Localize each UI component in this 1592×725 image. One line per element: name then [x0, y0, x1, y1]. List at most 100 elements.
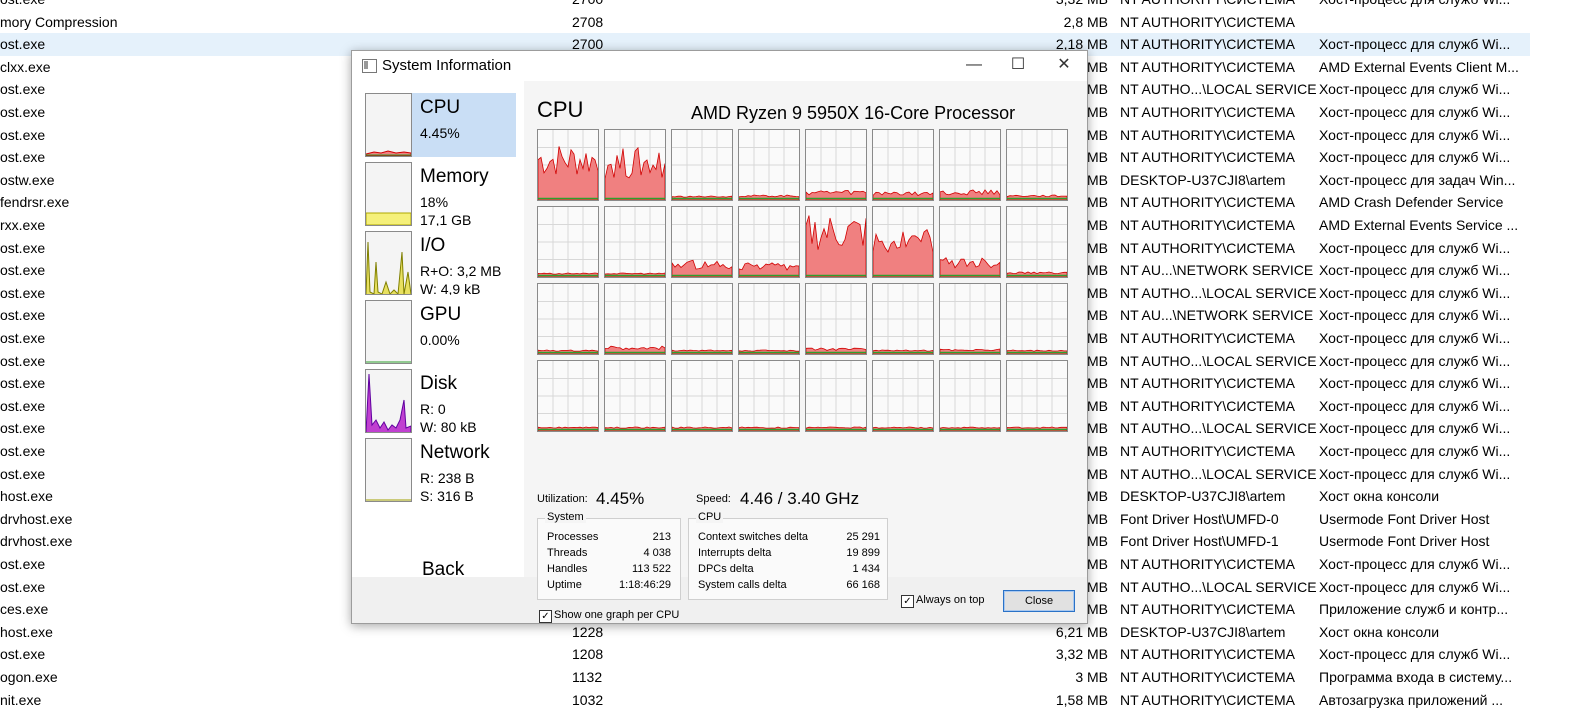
process-name: ost.exe — [0, 375, 46, 392]
speed-label: Speed: — [696, 493, 731, 505]
process-description: Программа входа в систему... — [1319, 669, 1513, 685]
stat-label: Threads — [547, 547, 588, 559]
process-name: ost.exe — [0, 578, 46, 595]
minimize-icon[interactable]: — — [952, 51, 996, 81]
cpu-core-graph — [738, 129, 800, 201]
process-name: mory Compression — [0, 13, 118, 30]
stat-label: Processes — [547, 531, 599, 543]
process-row[interactable]: mory Compression 2708 2,8 MB NT AUTHORITY\С… — [0, 11, 1592, 34]
system-stats-box: System Processes 213 Threads 4 038 Handl… — [537, 511, 681, 600]
process-pid: 1032 — [572, 691, 604, 708]
sidebar-value: R: 0 — [420, 401, 446, 417]
close-button[interactable]: Close — [1003, 590, 1075, 612]
process-name: ost.exe — [0, 126, 46, 143]
sidebar-value: 18% — [420, 194, 449, 210]
process-pid: 2708 — [572, 13, 604, 30]
process-name: drvhost.exe — [0, 510, 73, 527]
cpu-core-graph — [537, 283, 599, 355]
utilization-value: 4.45% — [596, 489, 645, 508]
sidebar-title: Network — [420, 442, 490, 463]
sidebar-title: Disk — [420, 373, 457, 394]
always-on-top-checkbox[interactable]: ✓ — [901, 595, 914, 608]
process-user: NT AUTHO...\LOCAL SERVICE — [1120, 81, 1317, 98]
process-memory: 3,32 MB — [1000, 0, 1108, 11]
process-user: NT AUTHO...\LOCAL SERVICE — [1120, 578, 1317, 595]
sidebar-item-memory[interactable]: Memory 18% 17,1 GB — [365, 162, 516, 226]
back-link[interactable]: Back — [422, 559, 464, 581]
process-user: NT AUTHORITY\СИСТЕМА — [1120, 556, 1296, 572]
sidebar-item-disk[interactable]: Disk R: 0 W: 80 kB — [365, 369, 516, 433]
process-name: ost.exe — [0, 36, 46, 53]
stat-label: Uptime — [547, 579, 582, 591]
sidebar-value: 0.00% — [420, 332, 460, 348]
process-user: NT AUTHORITY\СИСТЕМА — [1120, 669, 1296, 685]
process-user: NT AU...\NETWORK SERVICE — [1120, 262, 1314, 279]
process-user: NT AUTHORITY\СИСТЕМА — [1120, 443, 1296, 459]
process-row[interactable]: ogon.exe 1132 3 MB NT AUTHORITY\СИСТЕМА Прог… — [0, 666, 1592, 689]
process-row[interactable]: ost.exe 2700 3,32 MB NT AUTHORITY\СИСТЕМА Хо… — [0, 0, 1592, 11]
process-name: ost.exe — [0, 81, 46, 98]
process-pid: 1208 — [572, 646, 604, 663]
process-memory: 6,21 MB — [1055, 623, 1108, 640]
one-graph-per-cpu-checkbox[interactable]: ✓ — [539, 610, 552, 623]
process-description: Хост окна консоли — [1319, 488, 1440, 505]
process-user: NT AUTHORITY\СИСТЕМА — [1120, 194, 1296, 211]
process-memory: 3,32 MB — [1055, 646, 1108, 663]
sidebar-item-io[interactable]: I/O R+O: 3,2 MB W: 4,9 kB — [365, 231, 516, 295]
process-description: Хост-процесс для служб Wi... — [1319, 420, 1511, 437]
process-user: NT AUTHORITY\СИСТЕМА — [1120, 601, 1296, 618]
process-name: ost.exe — [0, 239, 46, 256]
process-name: ostw.exe — [0, 171, 55, 188]
process-description: Хост-процесс для служб Wi... — [1319, 0, 1524, 11]
cpu-core-graph — [738, 360, 800, 432]
stat-label: Context switches delta — [698, 531, 809, 543]
process-description: Хост-процесс для служб Wi... — [1319, 443, 1511, 459]
cpu-core-graph — [738, 206, 800, 278]
cpu-core-graph — [805, 129, 867, 201]
close-window-icon[interactable]: ✕ — [1042, 51, 1086, 81]
cpu-stats-box: CPU Context switches delta 25 291 Interr… — [688, 511, 888, 600]
process-user: NT AUTHO...\LOCAL SERVICE — [1120, 352, 1317, 369]
cpu-core-graph — [1006, 206, 1068, 278]
process-description: Хост-процесс для служб Wi... — [1319, 375, 1511, 392]
process-name: ogon.exe — [0, 669, 58, 685]
process-description: Автозагрузка приложений ... — [1319, 691, 1504, 708]
process-row[interactable]: host.exe 1228 6,21 MB DESKTOP-U37CJI8\artem… — [0, 621, 1592, 644]
sidebar-item-cpu[interactable]: CPU 4.45% — [365, 93, 516, 157]
process-name: ost.exe — [0, 330, 46, 346]
cpu-thumbnail-graph — [365, 93, 412, 157]
process-description: Хост-процесс для служб Wi... — [1319, 104, 1511, 120]
process-user: DESKTOP-U37CJI8\artem — [1120, 623, 1286, 640]
process-name: rxx.exe — [0, 217, 46, 233]
process-name: ost.exe — [0, 284, 46, 301]
title-bar[interactable]: System Information — ☐ ✕ — [352, 51, 1087, 81]
process-row[interactable]: nit.exe 1032 1,58 MB NT AUTHORITY\СИСТЕМА Ав… — [0, 689, 1592, 712]
dialog-title: System Information — [382, 57, 512, 74]
process-user: NT AUTHO...\LOCAL SERVICE — [1120, 465, 1317, 482]
process-description: AMD External Events Client M... — [1319, 58, 1519, 75]
cpu-core-graph — [939, 283, 1001, 355]
sidebar-item-gpu[interactable]: GPU 0.00% — [365, 300, 516, 364]
process-description: Хост-процесс для служб Wi... — [1319, 81, 1511, 98]
cpu-core-graph — [671, 129, 733, 201]
cpu-core-graph — [872, 283, 934, 355]
process-description: Хост-процесс для задач Win... — [1319, 171, 1516, 188]
utilization-label: Utilization: — [537, 493, 588, 505]
process-description: Хост-процесс для служб Wi... — [1319, 126, 1511, 143]
stat-value: 1:18:46:29 — [619, 579, 671, 591]
stat-value: 25 291 — [846, 531, 880, 543]
process-name: ost.exe — [0, 420, 46, 437]
process-description: Хост-процесс для служб Wi... — [1319, 352, 1511, 369]
process-description: Хост-процесс для служб Wi... — [1319, 465, 1511, 482]
disk-thumbnail-graph — [365, 369, 412, 433]
system-information-dialog: System Information — ☐ ✕ CPU 4.45% Memor… — [351, 50, 1088, 624]
cpu-core-graph — [671, 283, 733, 355]
process-name: nit.exe — [0, 691, 42, 708]
process-row[interactable]: ost.exe 1208 3,32 MB NT AUTHORITY\СИСТЕМА Хо… — [0, 643, 1592, 666]
stat-label: Interrupts delta — [698, 547, 772, 559]
sidebar-item-network[interactable]: Network R: 238 B S: 316 B — [365, 438, 516, 502]
stat-value: 213 — [652, 531, 671, 543]
process-user: NT AUTHORITY\СИСТЕМА — [1120, 239, 1296, 256]
maximize-icon[interactable]: ☐ — [996, 51, 1040, 81]
sidebar-value-2: W: 4,9 kB — [420, 281, 481, 295]
